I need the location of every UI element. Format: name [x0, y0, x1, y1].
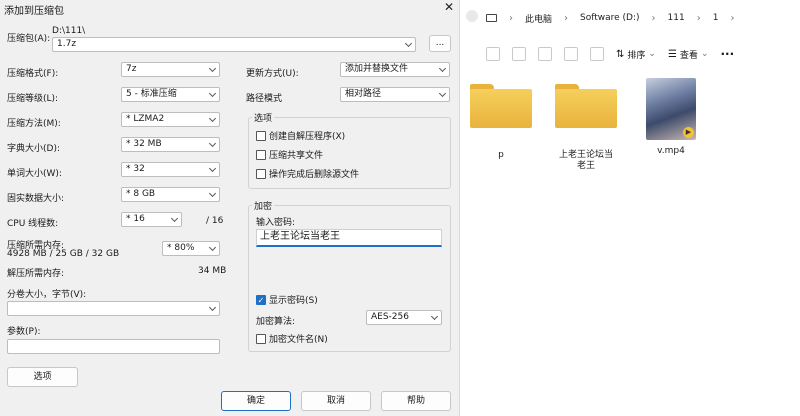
breadcrumb-item-folder-1[interactable]: 1	[713, 13, 719, 23]
options-button[interactable]: 选项	[7, 367, 78, 387]
sfx-checkbox[interactable]: 创建自解压程序(X)	[256, 129, 345, 142]
encrypt-filenames-checkbox[interactable]: 加密文件名(N)	[256, 332, 328, 345]
breadcrumb-item-this-pc[interactable]: 此电脑	[525, 12, 552, 25]
decompress-memory-value: 34 MB	[198, 266, 227, 276]
update-mode-label: 更新方式(U):	[246, 69, 299, 79]
cpu-threads-select[interactable]: * 16	[121, 212, 182, 227]
memory-usage-select[interactable]: * 80%	[162, 241, 220, 256]
encrypt-filenames-label: 加密文件名(N)	[269, 335, 328, 345]
help-button[interactable]: 帮助	[381, 391, 451, 411]
cpu-threads-total: / 16	[206, 216, 224, 226]
word-size-select[interactable]: * 32	[121, 162, 220, 177]
method-select[interactable]: * LZMA2	[121, 112, 220, 127]
chevron-right-icon: ›	[509, 12, 513, 24]
options-group-title: 选项	[252, 111, 275, 124]
compress-shared-checkbox[interactable]: 压缩共享文件	[256, 148, 323, 161]
update-mode-select[interactable]: 添加并替换文件	[340, 62, 450, 77]
method-label: 压缩方法(M):	[7, 119, 61, 129]
checkbox-checked-icon: ✓	[256, 294, 266, 305]
file-item-folder-p[interactable]: p	[466, 84, 536, 160]
delete-icon[interactable]	[590, 47, 604, 61]
monitor-icon[interactable]	[486, 14, 497, 22]
archive-label: 压缩包(A):	[7, 34, 51, 44]
path-mode-select[interactable]: 相对路径	[340, 87, 450, 102]
memory-usage-detail: 4928 MB / 25 GB / 32 GB	[7, 249, 120, 259]
show-password-label: 显示密码(S)	[269, 296, 318, 306]
compress-shared-checkbox-label: 压缩共享文件	[269, 151, 324, 161]
chevron-right-icon: ›	[564, 12, 569, 24]
close-icon[interactable]: ✕	[444, 0, 454, 14]
chevron-right-icon: ›	[730, 12, 735, 24]
password-input[interactable]: 上老王论坛当老王	[256, 229, 442, 247]
archive-name-combobox[interactable]: 1.7z	[52, 37, 416, 52]
play-icon: ▶	[683, 127, 694, 138]
file-name: p	[498, 150, 504, 160]
format-select[interactable]: 7z	[121, 62, 220, 77]
solid-block-select[interactable]: * 8 GB	[121, 187, 220, 202]
archive-path: D:\111\	[52, 26, 86, 36]
sort-icon: ⇅	[616, 48, 625, 60]
solid-block-label: 固实数据大小:	[7, 194, 65, 204]
file-name: v.mp4	[657, 146, 685, 156]
encryption-method-select[interactable]: AES-256	[366, 310, 442, 325]
view-button[interactable]: ☰ 查看 ⌄	[668, 48, 709, 61]
breadcrumb: › 此电脑 › Software (D:) › 111 › 1 ›	[486, 6, 800, 30]
breadcrumb-item-folder-111[interactable]: 111	[668, 13, 685, 23]
decompress-memory-label: 解压所需内存:	[7, 269, 65, 279]
delete-after-checkbox[interactable]: 操作完成后删除源文件	[256, 167, 359, 180]
path-mode-label: 路径模式	[246, 94, 283, 104]
checkbox-box	[256, 149, 266, 160]
sort-label: 排序	[627, 50, 646, 61]
encryption-group-title: 加密	[252, 199, 275, 212]
ok-button[interactable]: 确定	[221, 391, 291, 411]
video-thumbnail: ▶	[646, 78, 696, 140]
checkbox-box	[256, 130, 266, 141]
chevron-down-icon: ⌄	[700, 49, 709, 59]
checkbox-box	[256, 168, 266, 179]
dictionary-size-label: 字典大小(D):	[7, 144, 60, 154]
view-icon: ☰	[667, 48, 677, 60]
parameters-input[interactable]	[7, 339, 220, 354]
back-button[interactable]	[466, 10, 478, 22]
split-volume-combobox[interactable]	[7, 301, 220, 316]
folder-icon	[555, 84, 617, 128]
sfx-checkbox-label: 创建自解压程序(X)	[269, 132, 346, 142]
cancel-button[interactable]: 取消	[301, 391, 371, 411]
dialog-title: 添加到压缩包	[4, 6, 64, 17]
paste-icon[interactable]	[512, 47, 526, 61]
level-select[interactable]: 5 - 标准压缩	[121, 87, 220, 102]
file-item-video[interactable]: ▶ v.mp4	[636, 78, 706, 156]
breadcrumb-item-drive[interactable]: Software (D:)	[580, 13, 640, 23]
chevron-down-icon: ⌄	[648, 49, 656, 59]
show-password-checkbox[interactable]: ✓ 显示密码(S)	[256, 293, 318, 306]
level-label: 压缩等级(L):	[7, 94, 59, 104]
add-to-archive-dialog: 添加到压缩包 ✕ 压缩包(A): D:\111\ 1.7z ... 压缩格式(F…	[0, 0, 460, 416]
file-explorer-window: › 此电脑 › Software (D:) › 111 › 1 › ⇅ 排序 ⌄…	[460, 0, 800, 416]
cpu-threads-label: CPU 线程数:	[7, 219, 59, 229]
chevron-right-icon: ›	[651, 12, 656, 24]
word-size-label: 单词大小(W):	[7, 169, 62, 179]
dictionary-size-select[interactable]: * 32 MB	[121, 137, 220, 152]
encryption-method-label: 加密算法:	[256, 317, 296, 327]
sort-button[interactable]: ⇅ 排序 ⌄	[616, 48, 656, 61]
folder-icon	[470, 84, 532, 128]
view-label: 查看	[679, 50, 698, 61]
copy-icon[interactable]	[486, 47, 500, 61]
checkbox-box	[256, 333, 266, 344]
file-item-folder-laowang[interactable]: 上老王论坛当老王	[551, 84, 621, 172]
rename-icon[interactable]	[538, 47, 552, 61]
explorer-toolbar: ⇅ 排序 ⌄ ☰ 查看 ⌄ ···	[486, 40, 800, 68]
file-name: 上老王论坛当老王	[558, 150, 613, 171]
format-label: 压缩格式(F):	[7, 69, 59, 79]
split-volume-label: 分卷大小，字节(V):	[7, 290, 87, 300]
share-icon[interactable]	[564, 47, 578, 61]
browse-button[interactable]: ...	[429, 35, 451, 52]
delete-after-checkbox-label: 操作完成后删除源文件	[269, 170, 360, 180]
password-label: 输入密码:	[256, 218, 296, 228]
chevron-right-icon: ›	[696, 12, 701, 24]
parameters-label: 参数(P):	[7, 327, 41, 337]
more-options-button[interactable]: ···	[720, 47, 734, 61]
